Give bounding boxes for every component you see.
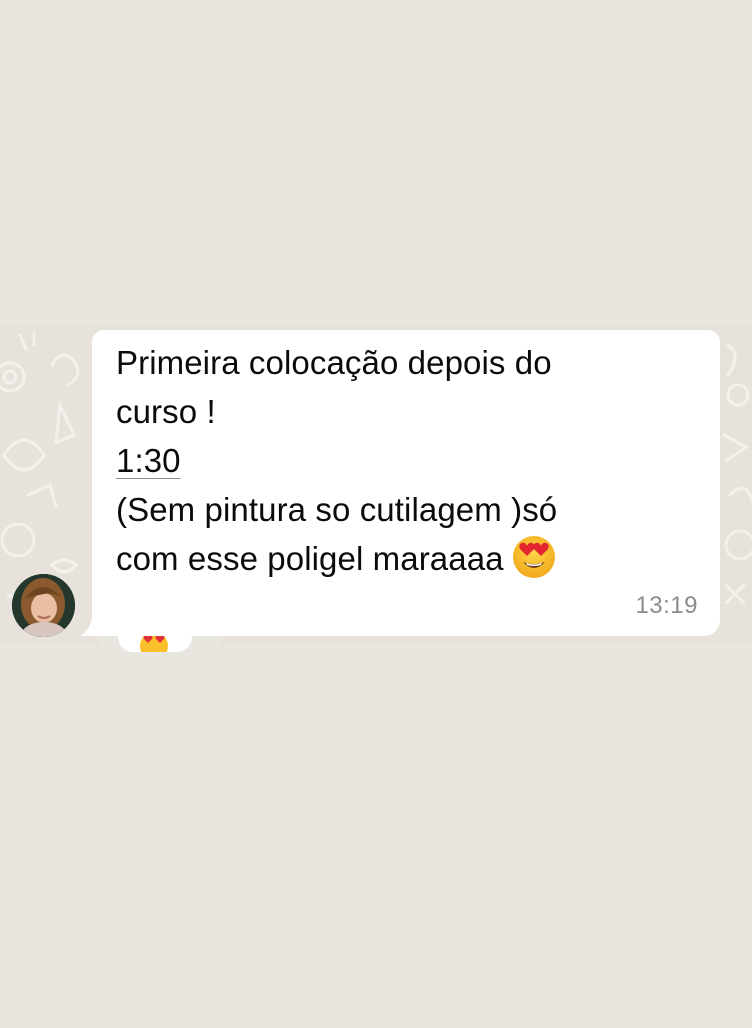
contact-avatar[interactable]: [12, 574, 75, 637]
message-text: Primeira colocação depois do curso ! 1:3…: [116, 338, 696, 583]
message-line-last: com esse poligel maraaaa: [116, 534, 696, 583]
time-link[interactable]: 1:30: [116, 442, 181, 479]
message-line: Primeira colocação depois do: [116, 344, 552, 381]
heart-eyes-emoji-icon: [512, 536, 555, 579]
message-line: curso !: [116, 393, 216, 430]
message-line: (Sem pintura so cutilagem )só: [116, 491, 558, 528]
message-line: com esse poligel maraaaa: [116, 540, 504, 577]
message-timestamp: 13:19: [635, 592, 698, 619]
message-bubble[interactable]: Primeira colocação depois do curso ! 1:3…: [92, 330, 720, 636]
message-line-time-link[interactable]: 1:30: [116, 436, 696, 485]
avatar-photo-icon: [12, 574, 75, 637]
